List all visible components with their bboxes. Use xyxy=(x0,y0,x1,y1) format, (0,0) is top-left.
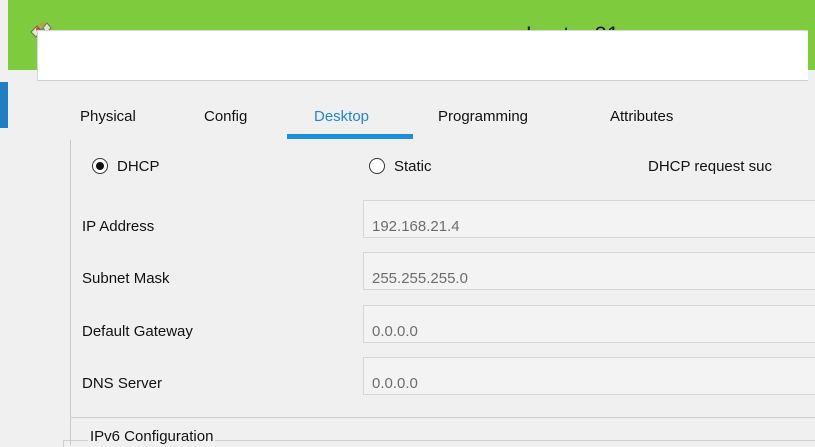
dns-server-value[interactable]: 0.0.0.0 xyxy=(372,375,418,392)
radio-selected-dot xyxy=(96,162,104,170)
dns-server-label: DNS Server xyxy=(82,375,163,392)
tab-desktop[interactable]: Desktop xyxy=(314,108,369,125)
tab-strip xyxy=(38,31,728,81)
dns-server-field[interactable] xyxy=(363,357,815,395)
tab-bar xyxy=(37,30,808,81)
static-radio[interactable] xyxy=(369,158,385,174)
default-gateway-label: Default Gateway xyxy=(82,323,193,340)
tab-physical[interactable]: Physical xyxy=(80,108,136,125)
tab-programming[interactable]: Programming xyxy=(438,108,528,125)
left-edge xyxy=(0,0,4,445)
tab-config[interactable]: Config xyxy=(204,108,247,125)
ipv6-configuration-label: IPv6 Configuration xyxy=(88,428,216,445)
dhcp-label[interactable]: DHCP xyxy=(117,158,160,175)
default-gateway-value[interactable]: 0.0.0.0 xyxy=(372,323,418,340)
ip-panel-divider xyxy=(70,417,815,418)
subnet-mask-label: Subnet Mask xyxy=(82,270,170,287)
ip-address-label: IP Address xyxy=(82,218,155,235)
dhcp-status-text: DHCP request suc xyxy=(648,158,772,175)
tab-strip-divider xyxy=(38,80,808,81)
static-label[interactable]: Static xyxy=(394,158,432,175)
default-gateway-field[interactable] xyxy=(363,305,815,343)
active-tab-indicator xyxy=(287,134,413,139)
dhcp-radio[interactable] xyxy=(92,158,108,174)
ip-address-value[interactable]: 192.168.21.4 xyxy=(372,218,460,235)
subnet-mask-value[interactable]: 255.255.255.0 xyxy=(372,270,468,287)
tab-attributes[interactable]: Attributes xyxy=(610,108,673,125)
ip-configuration-panel xyxy=(70,140,815,445)
